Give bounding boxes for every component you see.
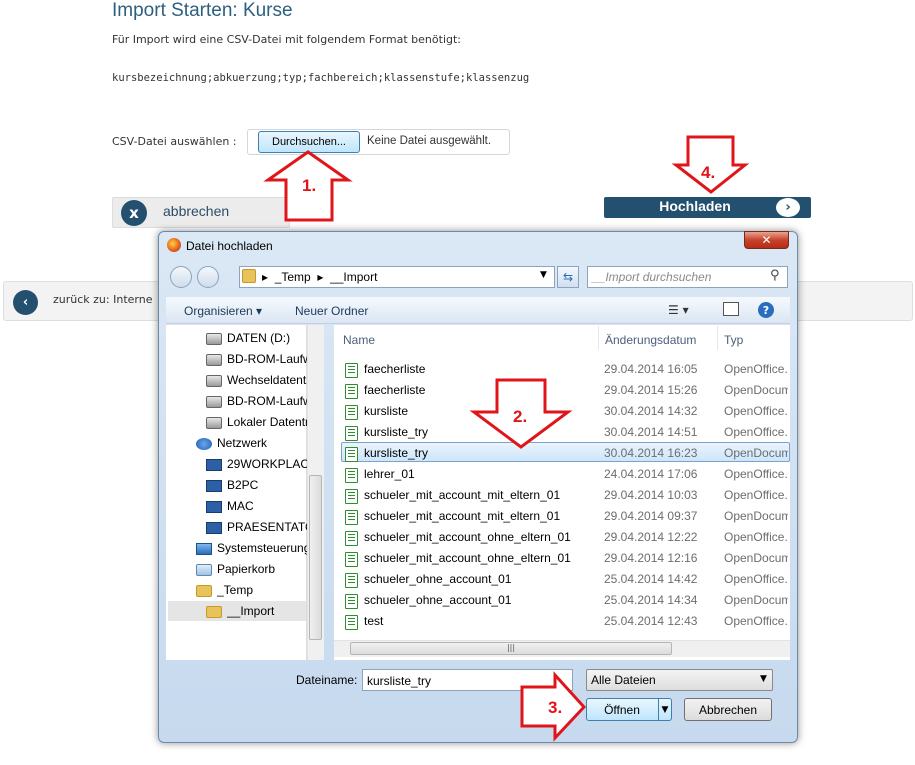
annotation-label-3: 3. bbox=[548, 698, 563, 717]
annotation-label-4: 4. bbox=[701, 163, 716, 182]
annotation-arrows bbox=[263, 135, 750, 742]
annotation-label-2: 2. bbox=[513, 407, 528, 426]
annotation-label-1: 1. bbox=[302, 176, 317, 195]
